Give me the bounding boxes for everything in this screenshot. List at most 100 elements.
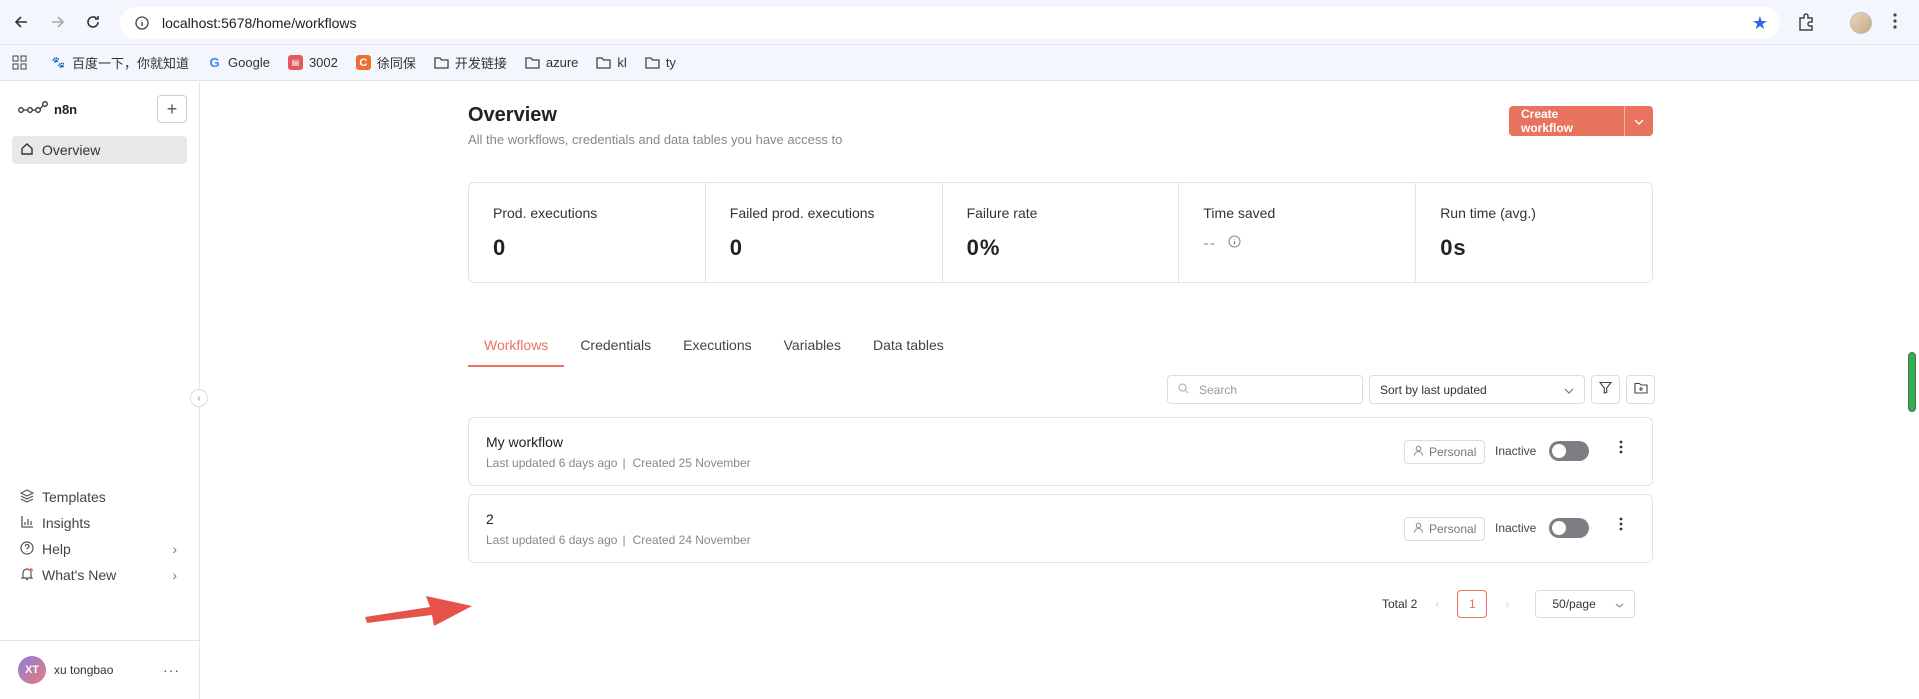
stat-failed-executions[interactable]: Failed prod. executions 0: [706, 183, 943, 282]
create-workflow-button[interactable]: Create workflow: [1509, 106, 1624, 136]
reload-icon[interactable]: [81, 10, 105, 34]
brand-name: n8n: [54, 102, 78, 117]
next-page-icon[interactable]: ›: [1497, 597, 1517, 611]
new-folder-button[interactable]: [1626, 375, 1655, 404]
bookmarks-bar: 🐾 百度一下，你就知道 G Google ▤ 3002 C 徐同保 开发链接 a…: [0, 45, 1919, 81]
info-icon[interactable]: [1228, 235, 1241, 253]
sidebar: n8n + Overview Templates Insights Help ›…: [0, 82, 200, 699]
workflow-card[interactable]: My workflow Last updated 6 days ago | Crea…: [468, 417, 1653, 486]
folder-icon: [645, 55, 660, 70]
workflow-card[interactable]: 2 Last updated 6 days ago | Created 24 Nov…: [468, 494, 1653, 563]
page-size-value: 50/page: [1552, 597, 1596, 611]
chevron-right-icon: ›: [172, 567, 177, 583]
user-icon: [1413, 445, 1424, 459]
owner-label: Personal: [1429, 445, 1477, 459]
address-bar[interactable]: localhost:5678/home/workflows ★: [120, 7, 1780, 39]
url-text: localhost:5678/home/workflows: [162, 15, 357, 31]
browser-menu-icon[interactable]: [1892, 12, 1898, 35]
workflow-name[interactable]: 2: [486, 511, 494, 527]
stat-prod-executions[interactable]: Prod. executions 0: [469, 183, 706, 282]
google-icon: G: [209, 55, 220, 70]
tab-workflows[interactable]: Workflows: [468, 337, 565, 367]
active-toggle[interactable]: [1549, 518, 1589, 538]
back-icon[interactable]: [10, 10, 34, 34]
extensions-icon[interactable]: [1796, 12, 1816, 37]
folder-icon: [525, 55, 540, 70]
brand[interactable]: n8n: [18, 100, 77, 119]
create-workflow-group: Create workflow: [1509, 106, 1653, 136]
bookmark-label: ty: [665, 55, 676, 70]
tab-variables[interactable]: Variables: [768, 337, 857, 367]
folder-plus-icon: [1633, 381, 1648, 399]
stat-value: 0s: [1440, 235, 1467, 260]
profile-avatar[interactable]: [1850, 12, 1872, 34]
page-number[interactable]: 1: [1457, 590, 1488, 618]
pagination: Total 2 ‹ 1 › 50/page: [1382, 590, 1636, 618]
owner-badge: Personal: [1404, 440, 1486, 464]
templates-icon: [19, 488, 35, 506]
scroll-indicator[interactable]: [1908, 352, 1916, 412]
stat-time-saved[interactable]: Time saved --: [1179, 183, 1417, 282]
owner-label: Personal: [1429, 522, 1477, 536]
stat-value: 0: [493, 235, 507, 260]
sort-select[interactable]: Sort by last updated: [1369, 375, 1585, 404]
sidebar-item-label: What's New: [42, 567, 117, 583]
page-size-select[interactable]: 50/page: [1535, 590, 1636, 618]
filter-icon: [1598, 381, 1613, 399]
stat-label: Failure rate: [966, 205, 1038, 221]
add-button[interactable]: +: [157, 95, 187, 123]
chevron-down-icon: [1634, 112, 1644, 130]
sort-value: Sort by last updated: [1380, 382, 1487, 397]
sidebar-item-insights[interactable]: Insights: [12, 509, 187, 537]
sidebar-item-templates[interactable]: Templates: [12, 483, 187, 511]
more-vertical-icon[interactable]: [1619, 440, 1623, 457]
forward-icon[interactable]: [45, 10, 69, 34]
more-vertical-icon[interactable]: [1619, 517, 1623, 534]
prev-page-icon[interactable]: ‹: [1427, 597, 1447, 611]
search-icon: [1178, 383, 1189, 397]
workflow-name[interactable]: My workflow: [486, 434, 563, 450]
baidu-icon: 🐾: [51, 57, 66, 69]
chevron-right-icon: ›: [172, 541, 177, 557]
bookmark-label: 3002: [308, 55, 338, 70]
stat-failure-rate[interactable]: Failure rate 0%: [943, 183, 1180, 282]
bookmark-item[interactable]: C 徐同保: [355, 53, 416, 72]
bookmark-item[interactable]: G Google: [207, 55, 270, 70]
filter-button[interactable]: [1591, 375, 1620, 404]
site-info-icon[interactable]: [134, 15, 150, 31]
search-placeholder: Search: [1199, 382, 1238, 397]
sidebar-item-label: Templates: [42, 489, 106, 505]
tab-credentials[interactable]: Credentials: [564, 337, 667, 367]
create-options-button[interactable]: [1623, 106, 1653, 136]
bookmark-item[interactable]: ▤ 3002: [287, 55, 338, 70]
apps-icon[interactable]: [12, 55, 27, 70]
bookmark-item[interactable]: 🐾 百度一下，你就知道: [51, 53, 189, 72]
bookmark-folder[interactable]: 开发链接: [434, 53, 507, 72]
home-icon: [20, 142, 34, 159]
status-label: Inactive: [1495, 444, 1537, 458]
stat-run-time[interactable]: Run time (avg.) 0s: [1416, 183, 1652, 282]
bookmark-label: 徐同保: [376, 56, 416, 71]
chart-icon: [20, 515, 34, 532]
user-menu[interactable]: XT xu tongbao ···: [0, 640, 200, 699]
tab-executions[interactable]: Executions: [667, 337, 767, 367]
sidebar-item-help[interactable]: Help ›: [12, 535, 187, 563]
stat-label: Prod. executions: [493, 205, 598, 221]
workflow-meta: Last updated 6 days ago | Created 25 Novem…: [486, 456, 751, 470]
collapse-sidebar-icon[interactable]: ‹: [190, 389, 208, 407]
tab-data-tables[interactable]: Data tables: [857, 337, 960, 367]
main-content: Overview All the workflows, credentials …: [468, 82, 1655, 699]
bookmark-folder[interactable]: azure: [525, 55, 578, 70]
sidebar-item-overview[interactable]: Overview: [12, 136, 187, 164]
more-icon[interactable]: ···: [163, 662, 180, 678]
bookmark-star-icon[interactable]: ★: [1752, 13, 1768, 34]
bookmark-folder[interactable]: kl: [596, 55, 627, 70]
page-subtitle: All the workflows, credentials and data …: [468, 132, 843, 147]
bookmark-folder[interactable]: ty: [645, 55, 676, 70]
user-icon: [1413, 522, 1424, 536]
sidebar-item-whats-new[interactable]: What's New ›: [12, 561, 187, 589]
bookmark-label: Google: [228, 55, 270, 70]
sidebar-item-label: Help: [42, 541, 71, 557]
search-input[interactable]: Search: [1167, 375, 1363, 404]
active-toggle[interactable]: [1549, 441, 1589, 461]
